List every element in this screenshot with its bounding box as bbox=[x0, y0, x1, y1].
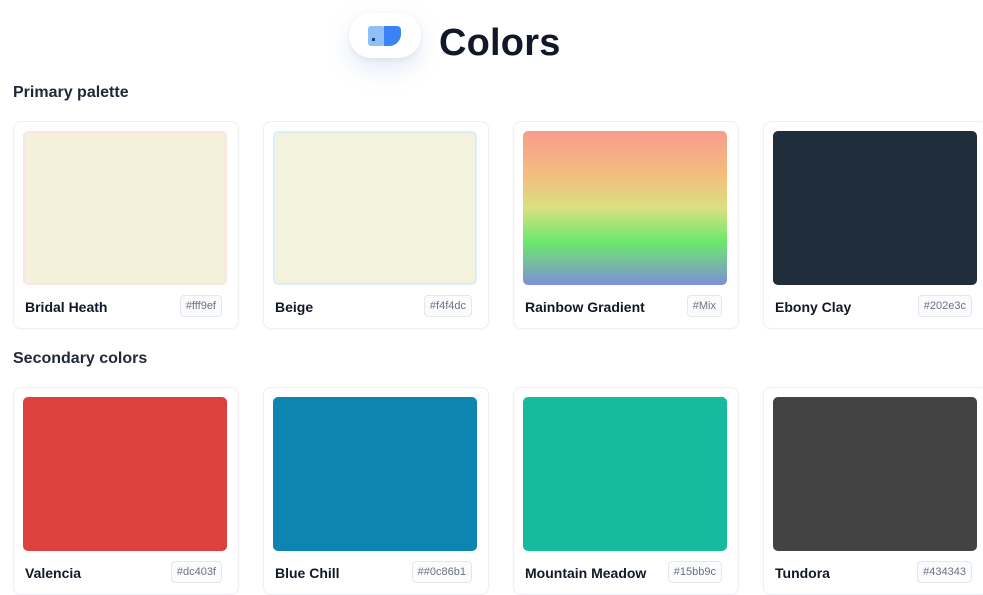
section-title-secondary: Secondary colors bbox=[13, 350, 148, 367]
color-swatch bbox=[23, 131, 227, 285]
color-card-ebony-clay[interactable]: Ebony Clay #202e3c bbox=[763, 121, 983, 329]
color-swatch bbox=[23, 397, 227, 551]
section-title-primary: Primary palette bbox=[13, 84, 129, 101]
palette-book-icon bbox=[368, 25, 401, 46]
color-name: Beige bbox=[275, 299, 314, 315]
color-name: Ebony Clay bbox=[775, 299, 852, 315]
color-card-blue-chill[interactable]: Blue Chill ##0c86b1 bbox=[263, 387, 489, 595]
color-swatch bbox=[273, 397, 477, 551]
color-card-beige[interactable]: Beige #f4f4dc bbox=[263, 121, 489, 329]
page-title: Colors bbox=[439, 22, 561, 64]
color-code-badge[interactable]: #202e3c bbox=[917, 295, 972, 317]
color-code-badge[interactable]: #dc403f bbox=[170, 561, 222, 583]
color-code-badge[interactable]: #Mix bbox=[686, 295, 722, 317]
color-swatch bbox=[273, 131, 477, 285]
color-card-mountain-meadow[interactable]: Mountain Meadow #15bb9c bbox=[513, 387, 739, 595]
color-code-badge[interactable]: #434343 bbox=[917, 561, 972, 583]
color-code-badge[interactable]: ##0c86b1 bbox=[411, 561, 472, 583]
color-swatch bbox=[523, 131, 727, 285]
color-swatch bbox=[523, 397, 727, 551]
color-swatch bbox=[773, 131, 977, 285]
color-name: Valencia bbox=[25, 565, 82, 581]
logo-badge bbox=[349, 13, 421, 58]
color-code-badge[interactable]: #fff9ef bbox=[179, 295, 222, 317]
color-name: Blue Chill bbox=[275, 565, 340, 581]
color-name: Mountain Meadow bbox=[525, 565, 647, 581]
color-name: Bridal Heath bbox=[25, 299, 108, 315]
color-card-valencia[interactable]: Valencia #dc403f bbox=[13, 387, 239, 595]
color-swatch bbox=[773, 397, 977, 551]
color-code-badge[interactable]: #f4f4dc bbox=[423, 295, 472, 317]
color-card-tundora[interactable]: Tundora #434343 bbox=[763, 387, 983, 595]
color-card-rainbow-gradient[interactable]: Rainbow Gradient #Mix bbox=[513, 121, 739, 329]
color-name: Tundora bbox=[775, 565, 830, 581]
color-card-bridal-heath[interactable]: Bridal Heath #fff9ef bbox=[13, 121, 239, 329]
color-code-badge[interactable]: #15bb9c bbox=[667, 561, 722, 583]
page-header: Colors bbox=[0, 0, 983, 80]
color-name: Rainbow Gradient bbox=[525, 299, 645, 315]
